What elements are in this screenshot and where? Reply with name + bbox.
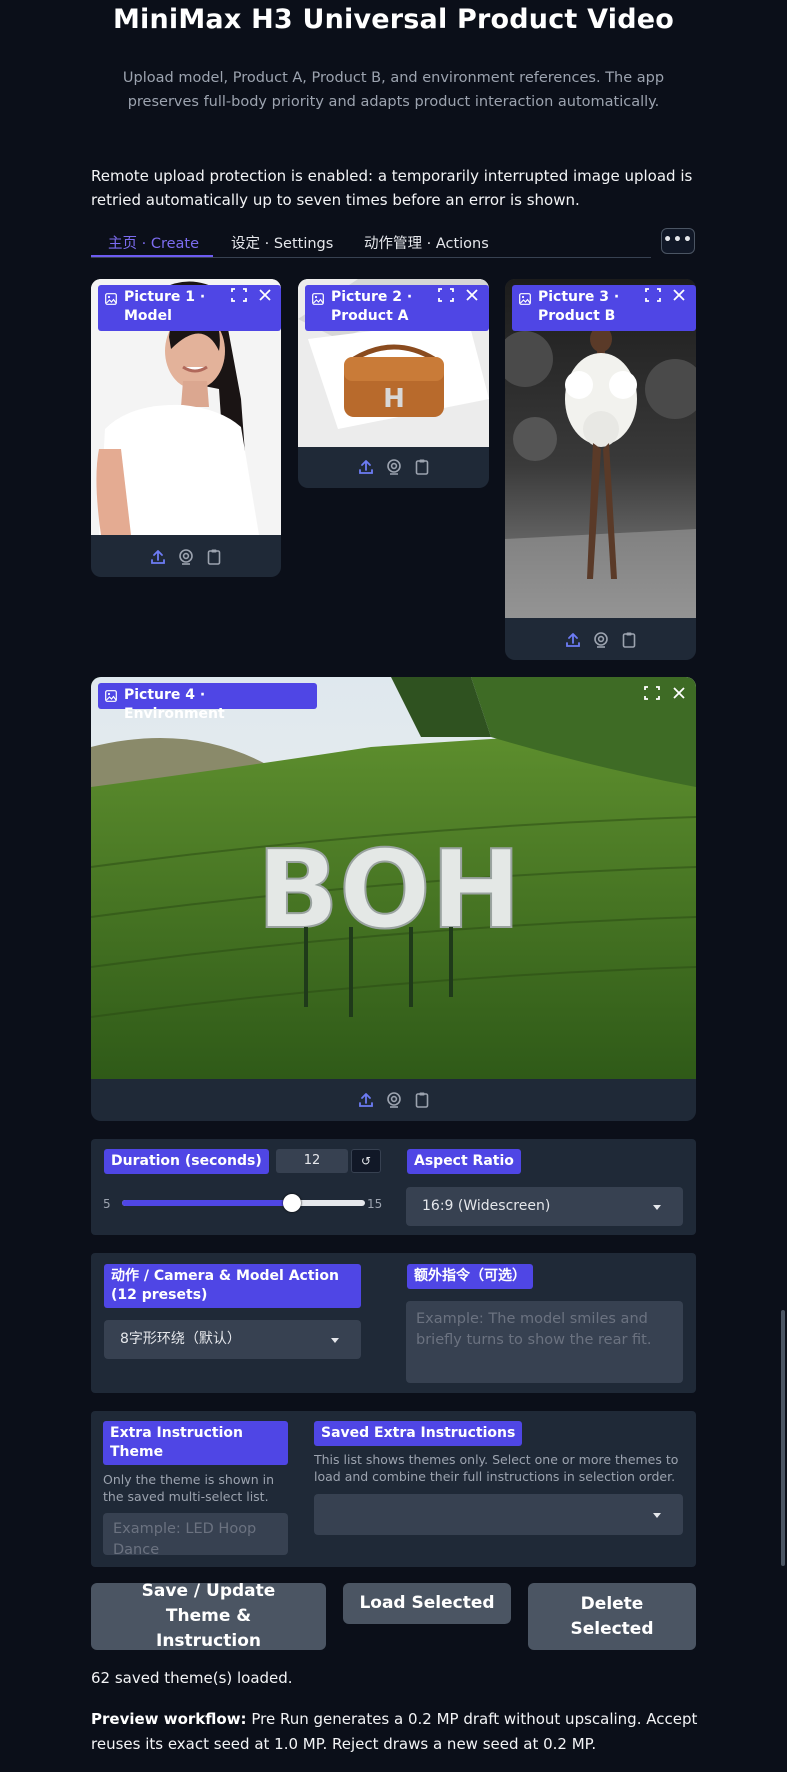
svg-text:BOH: BOH bbox=[257, 828, 522, 953]
duration-aspect-panel: Duration (seconds) 12 ↺ 5 15 Aspect Rati… bbox=[91, 1139, 696, 1235]
tab-actions[interactable]: 动作管理 · Actions bbox=[364, 232, 489, 253]
theme-label: Extra Instruction Theme bbox=[103, 1421, 288, 1465]
image-icon bbox=[105, 293, 117, 305]
image-icon bbox=[312, 293, 324, 305]
picture-1-toolbar bbox=[91, 537, 281, 577]
preview-workflow-title: Preview workflow: bbox=[91, 1710, 247, 1728]
webcam-icon[interactable] bbox=[592, 631, 610, 649]
page-title: MiniMax H3 Universal Product Video bbox=[112, 4, 675, 35]
page-subtitle: Upload model, Product A, Product B, and … bbox=[122, 70, 665, 110]
tab-bar: 主页 · Create 设定 · Settings 动作管理 · Actions bbox=[91, 228, 651, 258]
fullscreen-icon[interactable] bbox=[643, 286, 663, 304]
close-icon[interactable] bbox=[255, 286, 275, 304]
close-icon[interactable] bbox=[669, 684, 689, 702]
active-tab-indicator bbox=[91, 255, 213, 257]
tab-create[interactable]: 主页 · Create bbox=[108, 232, 199, 253]
duration-min: 5 bbox=[103, 1197, 111, 1211]
saved-instructions-multiselect[interactable] bbox=[314, 1494, 683, 1535]
saved-themes-status: 62 saved theme(s) loaded. bbox=[91, 1669, 293, 1687]
tab-settings[interactable]: 设定 · Settings bbox=[231, 232, 333, 253]
save-theme-button-label: Save / Update Theme & Instruction bbox=[141, 1581, 276, 1651]
picture-1-label: Picture 1 · Model Identity bbox=[98, 285, 281, 331]
duration-max: 15 bbox=[367, 1197, 383, 1211]
close-icon[interactable] bbox=[462, 286, 482, 304]
picture-1-card: Picture 1 · Model Identity bbox=[91, 279, 281, 577]
reset-icon[interactable]: ↺ bbox=[351, 1149, 381, 1173]
image-icon bbox=[105, 690, 117, 702]
page-scrollbar[interactable] bbox=[781, 1310, 785, 1566]
saved-instructions-label: Saved Extra Instructions bbox=[314, 1421, 523, 1446]
action-label: 动作 / Camera & Model Action (12 presets) bbox=[104, 1264, 361, 1308]
fullscreen-icon[interactable] bbox=[436, 286, 456, 304]
duration-slider-fill bbox=[122, 1200, 293, 1206]
chevron-down-icon bbox=[331, 1337, 339, 1343]
aspect-ratio-label: Aspect Ratio bbox=[407, 1149, 521, 1174]
webcam-icon[interactable] bbox=[385, 458, 403, 476]
saved-instructions-hint: This list shows themes only. Select one … bbox=[314, 1452, 679, 1484]
picture-4-label: Picture 4 · Environment bbox=[98, 683, 317, 722]
picture-4-card: BOH Picture 4 · Environment bbox=[91, 677, 696, 1121]
upload-protection-notice: Remote upload protection is enabled: a t… bbox=[91, 167, 693, 209]
clipboard-icon[interactable] bbox=[205, 548, 223, 566]
clipboard-icon[interactable] bbox=[413, 458, 431, 476]
close-icon[interactable] bbox=[669, 286, 689, 304]
action-select[interactable]: 8字形环绕（默认） bbox=[104, 1320, 361, 1359]
svg-text:H: H bbox=[383, 384, 405, 414]
action-panel: 动作 / Camera & Model Action (12 presets) … bbox=[91, 1253, 696, 1393]
save-theme-button[interactable]: Save / Update Theme & Instruction bbox=[91, 1581, 326, 1651]
theme-hint: Only the theme is shown in the saved mul… bbox=[103, 1472, 275, 1504]
upload-icon[interactable] bbox=[564, 631, 582, 649]
clipboard-icon[interactable] bbox=[413, 1091, 431, 1109]
picture-4-toolbar bbox=[91, 1080, 696, 1120]
delete-selected-button[interactable]: Delete Selected bbox=[528, 1583, 696, 1650]
picture-2-toolbar bbox=[298, 447, 489, 487]
upload-icon[interactable] bbox=[149, 548, 167, 566]
aspect-ratio-value: 16:9 (Widescreen) bbox=[422, 1198, 551, 1214]
picture-2-card: H Picture 2 · Product A bbox=[298, 279, 489, 488]
duration-number-input[interactable]: 12 bbox=[276, 1149, 348, 1173]
chevron-down-icon bbox=[653, 1512, 661, 1518]
chevron-down-icon bbox=[653, 1204, 661, 1210]
clipboard-icon[interactable] bbox=[620, 631, 638, 649]
action-value: 8字形环绕（默认） bbox=[120, 1331, 241, 1347]
more-menu-button[interactable]: ••• bbox=[661, 228, 695, 254]
theme-input[interactable]: Example: LED Hoop Dance bbox=[103, 1513, 288, 1555]
webcam-icon[interactable] bbox=[385, 1091, 403, 1109]
image-icon bbox=[519, 293, 531, 305]
picture-3-card: Picture 3 · Product B bbox=[505, 279, 696, 660]
upload-icon[interactable] bbox=[357, 1091, 375, 1109]
extra-instruction-textarea[interactable]: Example: The model smiles and briefly tu… bbox=[406, 1301, 683, 1383]
duration-slider-thumb[interactable] bbox=[283, 1194, 302, 1212]
load-selected-button[interactable]: Load Selected bbox=[343, 1583, 511, 1624]
preview-workflow-note: Preview workflow: Pre Run generates a 0.… bbox=[91, 1707, 706, 1757]
duration-label: Duration (seconds) bbox=[104, 1149, 269, 1174]
fullscreen-icon[interactable] bbox=[642, 684, 662, 702]
load-selected-button-label: Load Selected bbox=[359, 1593, 495, 1613]
fullscreen-icon[interactable] bbox=[229, 286, 249, 304]
upload-icon[interactable] bbox=[357, 458, 375, 476]
webcam-icon[interactable] bbox=[177, 548, 195, 566]
picture-3-toolbar bbox=[505, 620, 696, 660]
duration-slider-track[interactable] bbox=[122, 1194, 365, 1212]
aspect-ratio-select[interactable]: 16:9 (Widescreen) bbox=[406, 1187, 683, 1226]
picture-4-image[interactable]: BOH bbox=[91, 677, 696, 1079]
theme-panel: Extra Instruction Theme Only the theme i… bbox=[91, 1411, 696, 1567]
delete-selected-button-label: Delete Selected bbox=[570, 1593, 654, 1639]
extra-instruction-label: 额外指令（可选） bbox=[407, 1264, 533, 1289]
